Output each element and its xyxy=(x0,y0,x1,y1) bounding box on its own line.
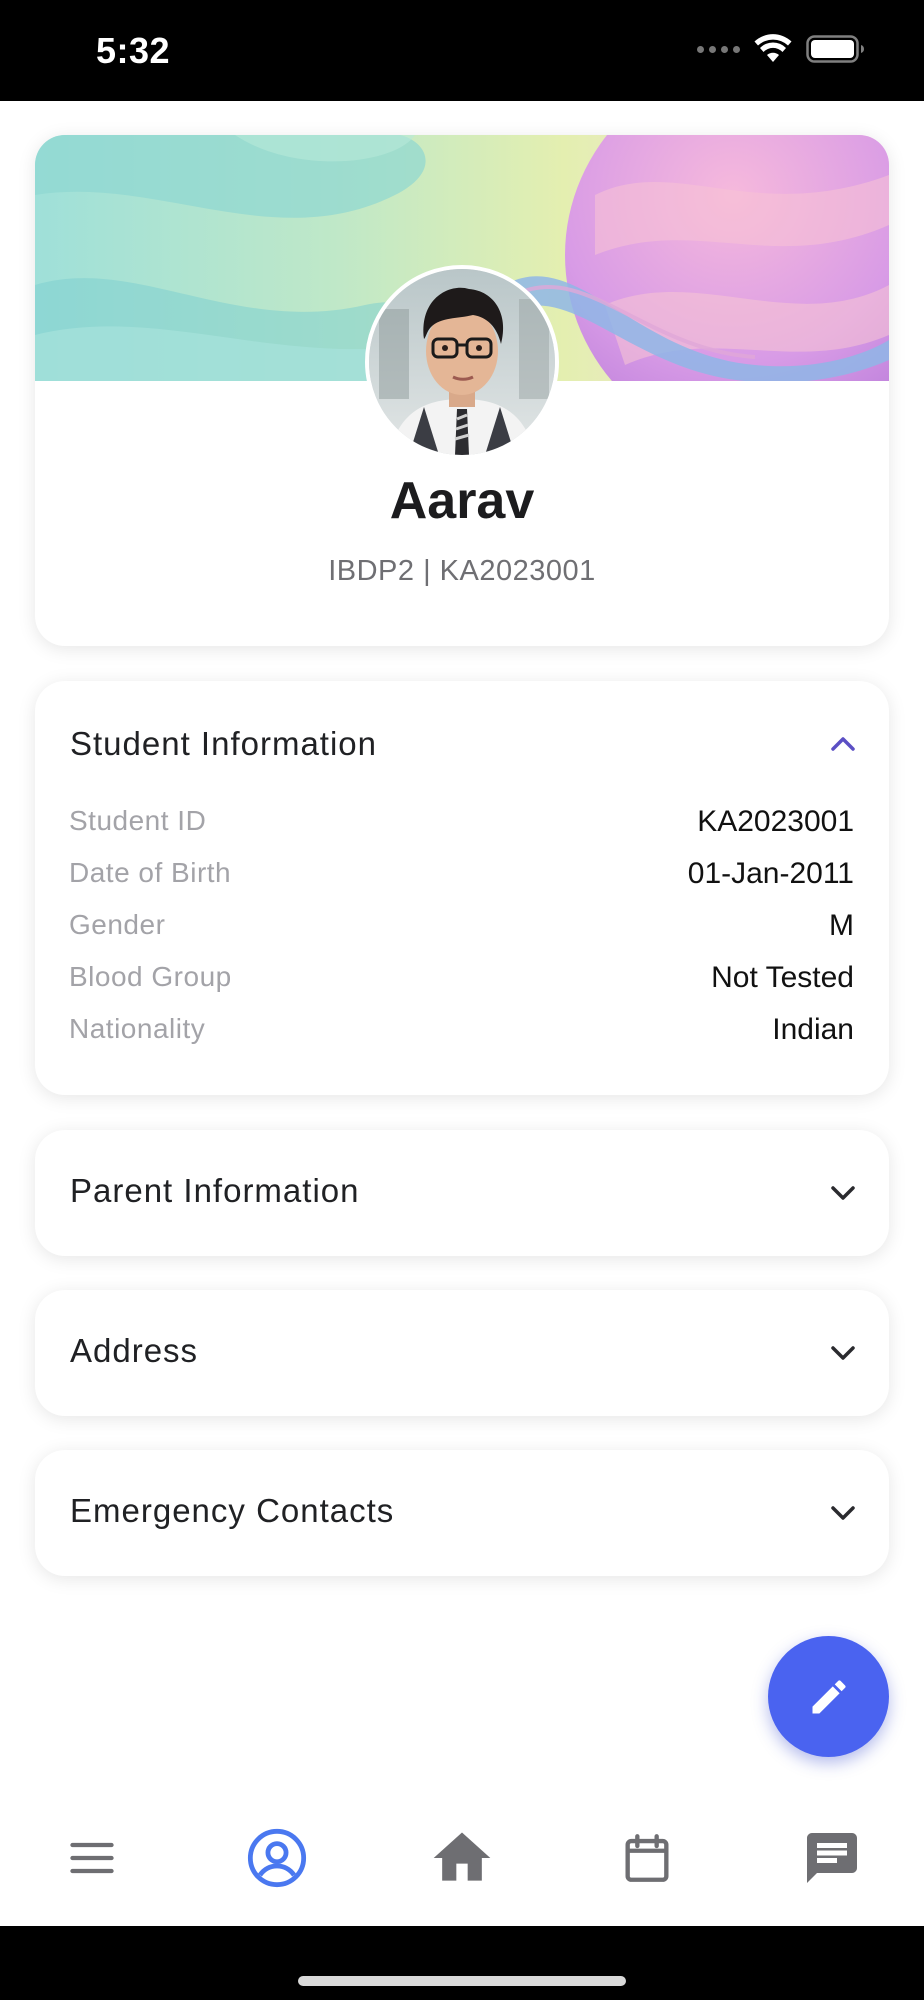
date-of-birth-label: Date of Birth xyxy=(69,857,232,888)
student-information-card: Student Information Student ID KA2023001… xyxy=(35,681,889,1095)
wifi-icon xyxy=(754,34,792,62)
section-title: Emergency Contacts xyxy=(70,1492,395,1529)
pencil-icon xyxy=(812,1679,846,1713)
date-of-birth-value: 01-Jan-2011 xyxy=(687,857,854,890)
home-icon xyxy=(433,1832,491,1881)
student-id-label: Student ID xyxy=(69,805,207,836)
nav-messages[interactable] xyxy=(792,1818,872,1898)
nav-profile[interactable] xyxy=(237,1818,317,1898)
bottom-navigation xyxy=(0,1788,924,1926)
student-information-header[interactable]: Student Information xyxy=(35,681,889,801)
nationality-label: Nationality xyxy=(69,1013,206,1044)
section-title: Address xyxy=(70,1332,199,1369)
calendar-icon xyxy=(625,1834,669,1882)
avatar[interactable] xyxy=(365,265,559,459)
home-indicator-area xyxy=(0,1926,924,2000)
chevron-down-icon[interactable] xyxy=(825,1175,861,1211)
home-indicator[interactable] xyxy=(298,1976,626,1986)
nationality-value: Indian xyxy=(772,1013,854,1046)
battery-icon xyxy=(806,35,864,63)
gender-label: Gender xyxy=(69,909,166,940)
status-icons xyxy=(697,34,866,64)
status-time: 5:32 xyxy=(96,30,171,71)
parent-information-card[interactable]: Parent Information xyxy=(35,1130,889,1256)
profile-name: Aarav xyxy=(389,472,535,530)
section-title: Student Information xyxy=(70,725,378,762)
profile-icon xyxy=(247,1828,307,1888)
chevron-down-icon[interactable] xyxy=(825,1335,861,1371)
menu-icon xyxy=(70,1842,114,1874)
emergency-contacts-card[interactable]: Emergency Contacts xyxy=(35,1450,889,1576)
signal-icon xyxy=(697,45,740,53)
nav-calendar[interactable] xyxy=(607,1818,687,1898)
address-card[interactable]: Address xyxy=(35,1290,889,1416)
section-title: Parent Information xyxy=(70,1172,360,1209)
profile-subtitle: IBDP2 | KA2023001 xyxy=(328,555,596,587)
nav-menu[interactable] xyxy=(52,1818,132,1898)
status-bar: 5:32 xyxy=(0,0,924,101)
chevron-down-icon[interactable] xyxy=(825,1495,861,1531)
chevron-up-icon[interactable] xyxy=(825,726,861,762)
profile-card: Aarav IBDP2 | KA2023001 xyxy=(35,135,889,646)
blood-group-label: Blood Group xyxy=(69,961,232,992)
gender-value: M xyxy=(829,909,854,942)
blood-group-value: Not Tested xyxy=(711,961,854,994)
profile-screen: Aarav IBDP2 | KA2023001 Student Informat… xyxy=(0,101,924,1788)
nav-home[interactable] xyxy=(422,1818,502,1898)
chat-icon xyxy=(807,1833,857,1883)
student-id-value: KA2023001 xyxy=(697,805,854,838)
edit-fab-button[interactable] xyxy=(768,1636,889,1757)
